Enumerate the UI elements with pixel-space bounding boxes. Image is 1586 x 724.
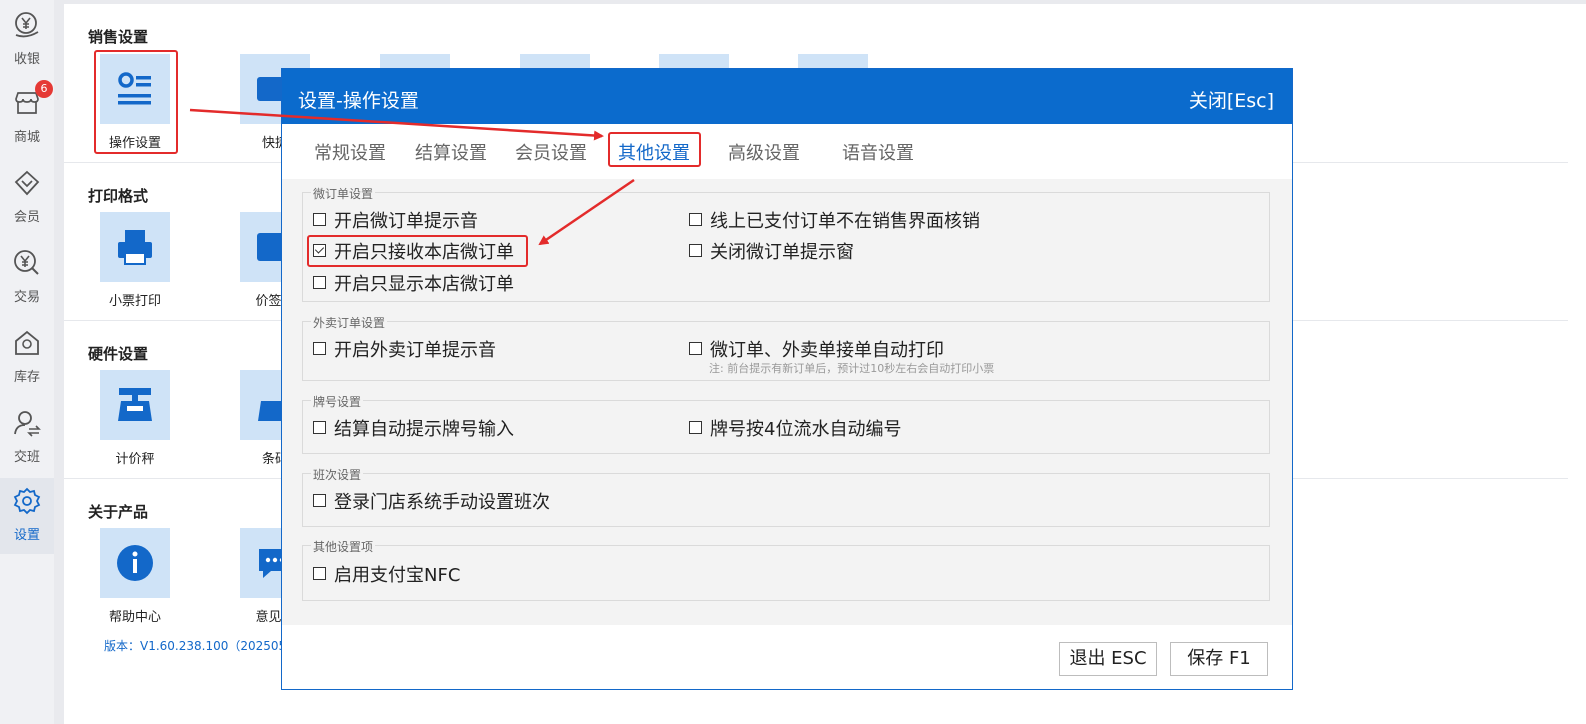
tile-icon-box: [100, 528, 170, 598]
background-tile-edge: [798, 54, 868, 68]
operation-settings-dialog: 设置-操作设置 关闭[Esc] 常规设置 结算设置 会员设置 其他设置 高级设置…: [281, 68, 1293, 690]
checkbox-close-popup[interactable]: 关闭微订单提示窗: [689, 238, 854, 264]
checkbox-alipay-nfc[interactable]: 启用支付宝NFC: [313, 561, 460, 587]
tab-general[interactable]: 常规设置: [314, 139, 386, 165]
nav-label: 交班: [13, 450, 40, 465]
gear-icon: [13, 487, 41, 515]
yen-coin-icon: [15, 12, 39, 38]
dialog-header: 设置-操作设置 关闭[Esc]: [282, 69, 1292, 124]
tile-receipt-print[interactable]: 小票打印: [88, 212, 178, 312]
save-button[interactable]: 保存 F1: [1170, 642, 1268, 676]
checkbox-only-show[interactable]: 开启只显示本店微订单: [313, 270, 514, 296]
checkbox-online-paid[interactable]: 线上已支付订单不在销售界面核销: [689, 207, 980, 233]
group-title: 外卖订单设置: [311, 314, 388, 331]
section-title-hardware: 硬件设置: [88, 345, 149, 363]
left-navigation: 收银 商城 6 会员 交易 库存 交班 设置: [0, 0, 54, 724]
version-text: 版本：V1.60.238.100（2025051: [104, 639, 294, 653]
group-title: 班次设置: [311, 466, 364, 483]
tile-label: 帮助中心: [108, 610, 161, 625]
tab-voice[interactable]: 语音设置: [842, 139, 914, 165]
nav-label: 交易: [13, 290, 40, 305]
tile-label: 计价秤: [115, 452, 155, 467]
nav-item-member[interactable]: 会员: [0, 160, 54, 236]
printer-icon: [118, 230, 152, 265]
checkbox-box[interactable]: [689, 421, 702, 434]
checkbox-box[interactable]: [689, 244, 702, 257]
checkbox-plate-auto-number[interactable]: 牌号按4位流水自动编号: [689, 415, 901, 441]
checkbox-box[interactable]: [313, 342, 326, 355]
nav-item-inventory[interactable]: 库存: [0, 320, 54, 396]
dialog-footer: 退出 ESC 保存 F1: [282, 625, 1292, 689]
nav-label: 会员: [13, 210, 40, 225]
exit-button[interactable]: 退出 ESC: [1059, 642, 1157, 676]
diamond-icon: [14, 170, 40, 196]
auto-print-note: 注: 前台提示有新订单后，预计过10秒左右会自动打印小票: [709, 362, 995, 375]
checkbox-label: 关闭微订单提示窗: [710, 242, 854, 263]
tab-member[interactable]: 会员设置: [515, 139, 587, 165]
group-shift: 班次设置 登录门店系统手动设置班次: [302, 466, 1270, 527]
checkbox-box[interactable]: [313, 421, 326, 434]
settings-tabs: 常规设置 结算设置 会员设置 其他设置 高级设置 语音设置: [282, 124, 1292, 179]
checkbox-label: 启用支付宝NFC: [334, 565, 461, 586]
nav-item-shift[interactable]: 交班: [0, 400, 54, 476]
nav-label: 商城: [13, 130, 40, 145]
yen-search-icon: [14, 250, 39, 275]
info-icon: [117, 545, 153, 581]
tile-pricing-scale[interactable]: 计价秤: [88, 370, 178, 470]
checkbox-label: 登录门店系统手动设置班次: [334, 492, 550, 513]
background-tile-edge: [380, 54, 450, 68]
checkbox-label: 开启微订单提示音: [334, 211, 478, 232]
nav-item-settings[interactable]: 设置: [0, 478, 54, 554]
nav-item-cashier[interactable]: 收银: [0, 2, 54, 78]
tile-icon-box: [100, 212, 170, 282]
checkbox-label: 结算自动提示牌号输入: [334, 419, 514, 440]
annotation-highlight: [94, 50, 178, 154]
background-tile-edge: [659, 54, 729, 68]
nav-item-transaction[interactable]: 交易: [0, 240, 54, 316]
checkbox-box[interactable]: [313, 213, 326, 226]
section-title-print: 打印格式: [88, 187, 149, 205]
nav-label: 设置: [13, 528, 40, 543]
annotation-highlight: [307, 235, 528, 267]
group-takeout: 外卖订单设置 开启外卖订单提示音 微订单、外卖单接单自动打印 注: 前台提示有新…: [302, 314, 1270, 381]
checkbox-box[interactable]: [689, 342, 702, 355]
background-tile-edge: [520, 54, 590, 68]
tile-help-center[interactable]: 帮助中心: [88, 528, 178, 628]
group-title: 牌号设置: [311, 393, 364, 410]
checkbox-label: 线上已支付订单不在销售界面核销: [710, 211, 980, 232]
tile-label: 小票打印: [108, 294, 161, 309]
group-title: 其他设置项: [311, 538, 376, 555]
checkbox-label: 开启外卖订单提示音: [334, 340, 496, 361]
notification-badge: 6: [35, 80, 53, 98]
person-swap-icon: [14, 411, 41, 437]
checkbox-manual-shift[interactable]: 登录门店系统手动设置班次: [313, 488, 550, 514]
checkbox-box[interactable]: [313, 494, 326, 507]
checkbox-auto-print[interactable]: 微订单、外卖单接单自动打印: [689, 336, 944, 362]
house-icon: [15, 330, 39, 355]
checkbox-plate-prompt[interactable]: 结算自动提示牌号输入: [313, 415, 514, 441]
tile-icon-box: [100, 370, 170, 440]
group-title: 微订单设置: [311, 185, 376, 202]
annotation-highlight: [608, 132, 701, 167]
section-title-sales: 销售设置: [88, 28, 149, 46]
nav-label: 收银: [13, 52, 40, 67]
checkbox-box[interactable]: [313, 567, 326, 580]
group-number-plate: 牌号设置 结算自动提示牌号输入 牌号按4位流水自动编号: [302, 393, 1270, 454]
scale-icon: [118, 388, 152, 421]
checkbox-label: 开启只显示本店微订单: [334, 274, 514, 295]
tab-advanced[interactable]: 高级设置: [728, 139, 800, 165]
checkbox-takeout-sound[interactable]: 开启外卖订单提示音: [313, 336, 496, 362]
dialog-title: 设置-操作设置: [298, 90, 419, 112]
close-button[interactable]: 关闭[Esc]: [1189, 86, 1274, 113]
checkbox-box[interactable]: [689, 213, 702, 226]
checkbox-box[interactable]: [313, 276, 326, 289]
checkbox-label: 微订单、外卖单接单自动打印: [710, 340, 944, 361]
checkbox-label: 牌号按4位流水自动编号: [710, 419, 902, 440]
checkbox-micro-order-sound[interactable]: 开启微订单提示音: [313, 207, 478, 233]
section-title-about: 关于产品: [88, 503, 149, 521]
group-other: 其他设置项 启用支付宝NFC: [302, 538, 1270, 601]
tab-checkout[interactable]: 结算设置: [415, 139, 487, 165]
nav-label: 库存: [13, 370, 40, 385]
